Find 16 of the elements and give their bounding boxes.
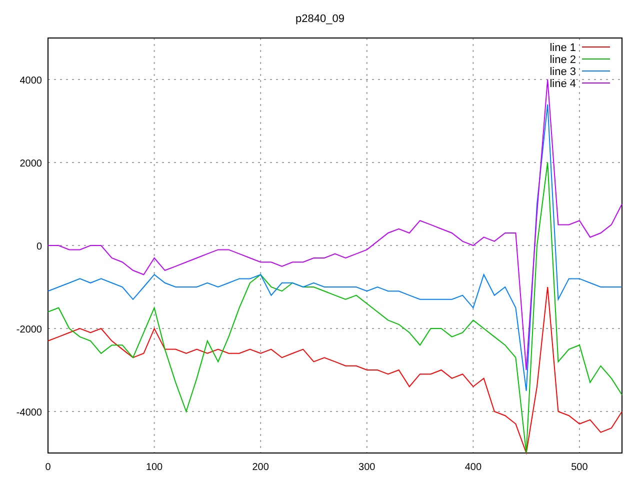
x-tick-label: 400 — [464, 462, 482, 473]
y-tick-label: -2000 — [16, 324, 42, 336]
x-tick-label: 300 — [358, 462, 376, 473]
legend-label: line 2 — [550, 54, 576, 66]
x-tick-label: 500 — [571, 462, 588, 473]
x-tick-label: 200 — [252, 462, 269, 473]
y-tick-label: -4000 — [16, 408, 42, 418]
y-tick-label: 4000 — [20, 76, 42, 86]
y-tick-label: 2000 — [20, 158, 42, 170]
x-tick-label: 0 — [45, 462, 51, 473]
y-tick-label: 0 — [36, 242, 42, 252]
legend-label: line 1 — [550, 42, 576, 54]
legend-label: line 3 — [550, 66, 576, 78]
legend-label: line 4 — [550, 78, 576, 90]
chart-title: p2840_09 — [296, 13, 344, 25]
x-tick-label: 100 — [146, 462, 163, 473]
